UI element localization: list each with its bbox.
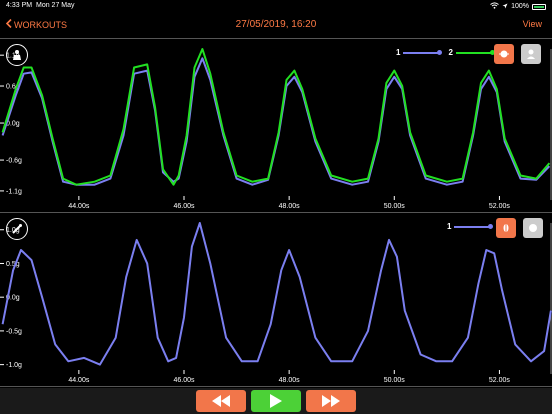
series-line-1 (1, 222, 552, 366)
view-button[interactable]: View (523, 19, 542, 29)
y-tick-label: -0.5g (6, 328, 22, 335)
legend-bottom-line-1 (454, 225, 491, 228)
legend-bottom: 1 (447, 222, 494, 231)
rewind-button[interactable] (196, 390, 246, 412)
run-icon (499, 50, 509, 58)
legend-top-line-1 (403, 51, 440, 54)
play-icon (270, 394, 282, 408)
location-icon (502, 3, 508, 11)
legend-bottom-dot-1 (488, 224, 494, 229)
status-time: 4:33 PM (6, 2, 33, 9)
page-title: 27/05/2019, 16:20 (235, 19, 317, 30)
series-line-1 (1, 57, 551, 186)
person-icon (527, 49, 535, 59)
legend-top-label-1: 1 (396, 48, 401, 57)
playback-controls (0, 388, 552, 414)
play-button[interactable] (251, 390, 301, 412)
x-tick-label: 44.00s (68, 377, 90, 384)
hand-icon (529, 224, 537, 232)
fast-forward-icon (322, 395, 340, 407)
legend-bottom-label-1: 1 (447, 222, 452, 231)
x-tick-label: 50.00s (384, 203, 406, 210)
status-date: Mon 27 May (36, 2, 75, 9)
chart-bottom: 1.0g0.5g0.0g-0.5g-1.0g44.00s 46.00s 48.00s… (0, 222, 552, 384)
x-tick-label: 46.00s (173, 203, 195, 210)
legend-top-dot-1 (437, 50, 443, 55)
legend-top-line-2 (455, 51, 492, 54)
x-tick-label: 48.00s (279, 377, 301, 384)
bottom-divider (0, 386, 552, 387)
sensor-bottom-icon[interactable] (6, 218, 28, 240)
bottom-sensor-toggle-1[interactable] (496, 218, 516, 238)
chart-top: 1.1g0.6g0.0g-0.6g-1.1g44.00s 46.00s 48.00s… (0, 48, 552, 210)
status-bar: 4:33 PM Mon 27 May 100% (0, 0, 552, 12)
x-tick-label: 52.00s (489, 203, 511, 210)
bottom-sensor-toggle-2[interactable] (523, 218, 543, 238)
x-tick-label: 52.00s (489, 377, 511, 384)
bat-icon (503, 223, 509, 233)
y-tick-label: -1.0g (6, 362, 22, 369)
y-tick-label: -1.1g (6, 188, 22, 195)
sensor-top-icon[interactable] (6, 44, 28, 66)
nav-bar: WORKOUTS 27/05/2019, 16:20 View (0, 14, 552, 36)
y-tick-label: 0.5g (6, 261, 20, 268)
top-sensor-toggle-2[interactable] (521, 44, 541, 64)
x-tick-label: 48.00s (279, 203, 301, 210)
legend-top: 1 2 (396, 48, 495, 57)
rewind-icon (212, 395, 230, 407)
x-tick-label: 44.00s (68, 203, 90, 210)
wifi-icon (490, 2, 499, 11)
x-tick-label: 46.00s (173, 377, 195, 384)
legend-top-label-2: 2 (448, 48, 453, 57)
x-tick-label: 50.00s (384, 377, 406, 384)
y-tick-label: -0.6g (6, 158, 22, 165)
battery-percent: 100% (511, 3, 529, 10)
status-right: 100% (490, 2, 546, 11)
top-sensor-toggle-1[interactable] (494, 44, 514, 64)
fast-forward-button[interactable] (306, 390, 356, 412)
battery-icon (532, 3, 546, 10)
